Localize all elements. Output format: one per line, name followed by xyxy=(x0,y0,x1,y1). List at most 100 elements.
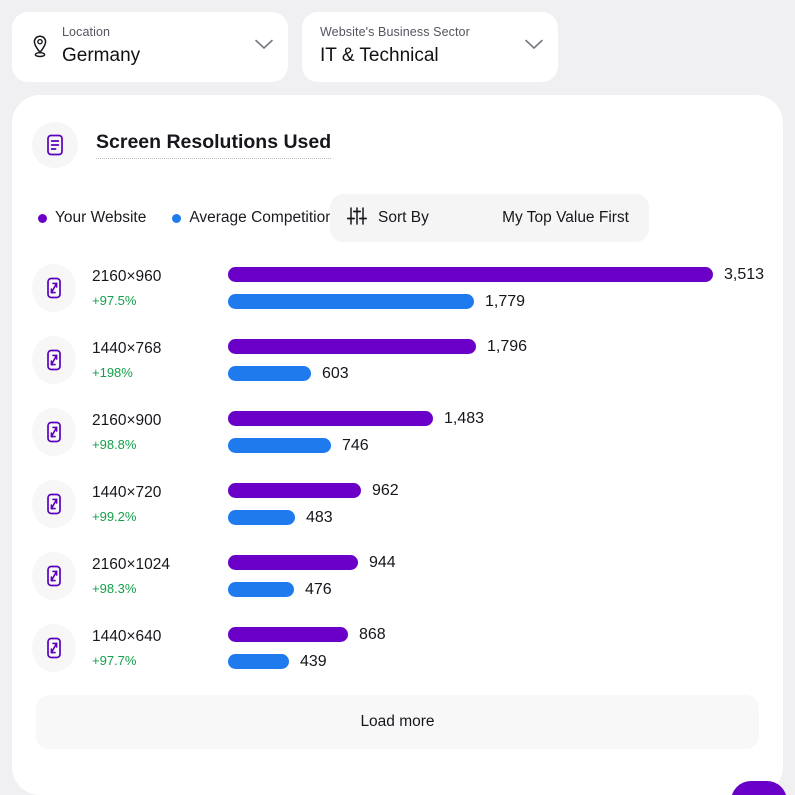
expand-resolution-icon[interactable] xyxy=(32,408,76,456)
delta-percentage: +99.2% xyxy=(92,508,137,524)
bar-your-website: 962 xyxy=(228,481,783,499)
resolution-label: 2160×900 xyxy=(92,412,162,430)
map-pin-icon xyxy=(30,34,50,63)
location-texts: Location Germany xyxy=(62,25,246,68)
location-value: Germany xyxy=(62,44,141,66)
card-header: Screen Resolutions Used xyxy=(12,95,783,168)
business-sector-texts: Website's Business Sector IT & Technical xyxy=(320,25,516,68)
bar-your-website: 3,513 xyxy=(228,265,783,283)
business-sector-label: Website's Business Sector xyxy=(320,25,470,40)
bar-value-average-competition: 476 xyxy=(305,580,332,598)
bar-your-website: 1,483 xyxy=(228,409,783,427)
legend-dot-purple-icon xyxy=(38,213,47,223)
document-lines-icon xyxy=(32,122,78,168)
resolution-label: 2160×1024 xyxy=(92,556,171,574)
row-bars: 944 476 xyxy=(228,553,783,598)
screen-resolutions-card: Screen Resolutions Used Your Website Ave… xyxy=(12,95,783,795)
expand-resolution-icon[interactable] xyxy=(32,336,76,384)
resolution-label: 1440×768 xyxy=(92,340,162,358)
bar-value-your-website: 1,796 xyxy=(487,337,528,355)
bar-fill-purple xyxy=(228,627,348,642)
sliders-icon xyxy=(346,205,368,232)
row-bars: 1,796 603 xyxy=(228,337,783,382)
legend-label-your-website: Your Website xyxy=(55,209,147,226)
bar-average-competition: 483 xyxy=(228,508,783,526)
chevron-down-icon[interactable] xyxy=(524,38,544,56)
bar-fill-blue xyxy=(228,654,289,669)
bar-fill-blue xyxy=(228,366,311,381)
bar-your-website: 868 xyxy=(228,625,783,643)
row-labels: 1440×768 +198% xyxy=(76,339,228,381)
bar-fill-blue xyxy=(228,438,331,453)
bar-average-competition: 476 xyxy=(228,580,783,598)
business-sector-value: IT & Technical xyxy=(320,44,439,66)
table-row[interactable]: 1440×640 +97.7% 868 439 xyxy=(12,612,783,684)
bar-value-average-competition: 483 xyxy=(306,508,333,526)
bar-average-competition: 1,779 xyxy=(228,292,783,310)
bar-value-average-competition: 603 xyxy=(322,364,349,382)
bar-fill-blue xyxy=(228,294,474,309)
resolution-rows: 2160×960 +97.5% 3,513 1,779 1440×768 +198% 1,7… xyxy=(12,252,783,684)
delta-percentage: +198% xyxy=(92,364,133,380)
bar-value-your-website: 944 xyxy=(369,553,396,571)
business-sector-select[interactable]: Website's Business Sector IT & Technical xyxy=(302,12,558,82)
row-bars: 868 439 xyxy=(228,625,783,670)
bar-fill-purple xyxy=(228,555,358,570)
bar-fill-purple xyxy=(228,267,713,282)
bar-your-website: 1,796 xyxy=(228,337,783,355)
sort-by-control[interactable]: Sort By My Top Value First xyxy=(330,194,649,242)
bar-value-your-website: 868 xyxy=(359,625,386,643)
delta-percentage: +97.5% xyxy=(92,292,137,308)
floating-action-button[interactable] xyxy=(731,781,787,795)
bar-average-competition: 439 xyxy=(228,652,783,670)
legend-item-your-website: Your Website xyxy=(38,209,146,227)
legend-item-average-competition: Average Competition xyxy=(172,209,334,227)
legend-dot-blue-icon xyxy=(172,213,182,223)
legend-and-sort-row: Your Website Average Competition Sort By… xyxy=(38,194,783,242)
expand-resolution-icon[interactable] xyxy=(32,552,76,600)
row-labels: 1440×720 +99.2% xyxy=(76,483,228,525)
row-bars: 962 483 xyxy=(228,481,783,526)
resolution-label: 1440×720 xyxy=(92,484,162,502)
bar-value-average-competition: 746 xyxy=(342,436,369,454)
bar-value-your-website: 1,483 xyxy=(444,409,485,427)
table-row[interactable]: 1440×768 +198% 1,796 603 xyxy=(12,324,783,396)
delta-percentage: +98.3% xyxy=(92,580,137,596)
bar-fill-purple xyxy=(228,339,476,354)
bar-value-your-website: 962 xyxy=(372,481,399,499)
legend-label-average-competition: Average Competition xyxy=(189,209,334,226)
bar-average-competition: 746 xyxy=(228,436,783,454)
row-labels: 2160×900 +98.8% xyxy=(76,411,228,453)
resolution-label: 2160×960 xyxy=(92,268,162,286)
sort-by-value[interactable]: My Top Value First xyxy=(502,209,629,227)
location-select[interactable]: Location Germany xyxy=(12,12,288,82)
bar-fill-blue xyxy=(228,510,295,525)
filter-bar: Location Germany Website's Business Sect… xyxy=(0,0,795,82)
row-labels: 2160×960 +97.5% xyxy=(76,267,228,309)
bar-value-average-competition: 439 xyxy=(300,652,327,670)
table-row[interactable]: 2160×900 +98.8% 1,483 746 xyxy=(12,396,783,468)
delta-percentage: +98.8% xyxy=(92,436,137,452)
bar-fill-purple xyxy=(228,411,433,426)
bar-value-your-website: 3,513 xyxy=(724,265,765,283)
bar-fill-blue xyxy=(228,582,294,597)
row-bars: 3,513 1,779 xyxy=(228,265,783,310)
expand-resolution-icon[interactable] xyxy=(32,624,76,672)
bar-your-website: 944 xyxy=(228,553,783,571)
table-row[interactable]: 2160×1024 +98.3% 944 476 xyxy=(12,540,783,612)
row-bars: 1,483 746 xyxy=(228,409,783,454)
bar-value-average-competition: 1,779 xyxy=(485,292,526,310)
table-row[interactable]: 2160×960 +97.5% 3,513 1,779 xyxy=(12,252,783,324)
expand-resolution-icon[interactable] xyxy=(32,480,76,528)
delta-percentage: +97.7% xyxy=(92,652,137,668)
expand-resolution-icon[interactable] xyxy=(32,264,76,312)
resolution-label: 1440×640 xyxy=(92,628,162,646)
row-labels: 1440×640 +97.7% xyxy=(76,627,228,669)
chevron-down-icon[interactable] xyxy=(254,38,274,56)
bar-fill-purple xyxy=(228,483,361,498)
load-more-button[interactable]: Load more xyxy=(36,695,759,749)
page-title: Screen Resolutions Used xyxy=(96,131,332,160)
sort-by-label: Sort By xyxy=(378,209,429,226)
table-row[interactable]: 1440×720 +99.2% 962 483 xyxy=(12,468,783,540)
row-labels: 2160×1024 +98.3% xyxy=(76,555,228,597)
